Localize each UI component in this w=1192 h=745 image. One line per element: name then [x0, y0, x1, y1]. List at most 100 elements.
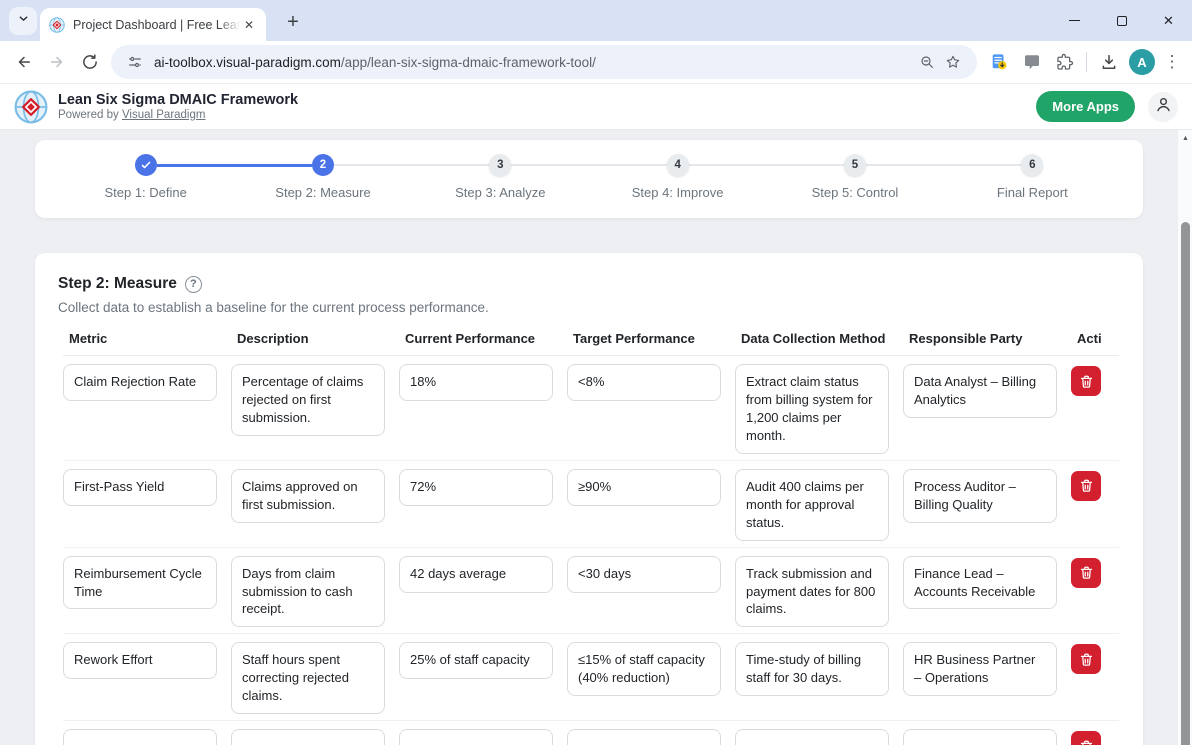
- browser-menu-icon[interactable]: ⋮: [1159, 52, 1185, 72]
- minimize-button[interactable]: [1051, 0, 1098, 41]
- delete-row-button[interactable]: [1071, 558, 1101, 588]
- stepper-step-4[interactable]: 4Step 4: Improve: [589, 154, 766, 200]
- url-domain: ai-toolbox.visual-paradigm.com: [154, 55, 341, 70]
- forward-button[interactable]: [40, 46, 73, 79]
- tab-close-icon[interactable]: ✕: [241, 16, 257, 34]
- current-performance-input[interactable]: 25% of staff capacity: [399, 642, 553, 679]
- description-input[interactable]: [231, 729, 385, 745]
- responsible-party-input[interactable]: [903, 729, 1057, 745]
- step-connector: [689, 164, 767, 166]
- profile-avatar[interactable]: A: [1129, 49, 1155, 75]
- site-settings-icon[interactable]: [122, 49, 148, 75]
- scrollbar-up-arrow-icon[interactable]: ▲: [1178, 135, 1192, 142]
- delete-row-button[interactable]: [1071, 731, 1101, 745]
- column-header: Data Collection Method: [735, 331, 889, 346]
- target-performance-input[interactable]: ≤15% of staff capacity (40% reduction): [567, 642, 721, 696]
- reading-list-extension-icon[interactable]: [982, 46, 1015, 79]
- browser-window: Project Dashboard | Free Lean S ✕ + ✕ ai…: [0, 0, 1192, 84]
- metric-input[interactable]: Claim Rejection Rate: [63, 364, 217, 401]
- url-text: ai-toolbox.visual-paradigm.com/app/lean-…: [154, 55, 596, 70]
- powered-by: Powered by Visual Paradigm: [58, 109, 298, 121]
- target-performance-input[interactable]: [567, 729, 721, 745]
- help-icon[interactable]: ?: [185, 276, 202, 293]
- trash-icon: [1079, 739, 1094, 745]
- section-title: Step 2: Measure: [58, 275, 177, 293]
- metric-input[interactable]: Reimbursement Cycle Time: [63, 556, 217, 610]
- column-header: Description: [231, 331, 385, 346]
- step-track: 5: [766, 154, 943, 176]
- data-collection-method-input[interactable]: Track submission and payment dates for 8…: [735, 556, 889, 628]
- step-connector: [334, 164, 412, 166]
- metric-input[interactable]: [63, 729, 217, 745]
- metric-row-3: Reimbursement Cycle Time Days from claim …: [63, 548, 1119, 635]
- close-button[interactable]: ✕: [1145, 0, 1192, 41]
- browser-tab[interactable]: Project Dashboard | Free Lean S ✕: [40, 8, 266, 41]
- delete-row-button[interactable]: [1071, 471, 1101, 501]
- tab-search-button[interactable]: [9, 7, 37, 35]
- description-input[interactable]: Staff hours spent correcting rejected cl…: [231, 642, 385, 714]
- step-check-icon: [135, 154, 157, 176]
- extensions-puzzle-icon[interactable]: [1048, 46, 1081, 79]
- maximize-icon: [1117, 16, 1127, 26]
- metric-row-2: First-Pass Yield Claims approved on first…: [63, 461, 1119, 548]
- more-apps-button[interactable]: More Apps: [1036, 91, 1135, 122]
- description-input[interactable]: Percentage of claims rejected on first s…: [231, 364, 385, 436]
- chevron-down-icon: [17, 12, 30, 30]
- responsible-party-input[interactable]: HR Business Partner – Operations: [903, 642, 1057, 696]
- current-performance-input[interactable]: 72%: [399, 469, 553, 506]
- description-input[interactable]: Claims approved on first submission.: [231, 469, 385, 523]
- section-subtitle: Collect data to establish a baseline for…: [58, 300, 1119, 315]
- stepper-step-6[interactable]: 6Final Report: [944, 154, 1121, 200]
- metric-input[interactable]: Rework Effort: [63, 642, 217, 679]
- back-button[interactable]: [7, 46, 40, 79]
- trash-icon: [1079, 374, 1094, 389]
- zoom-out-icon[interactable]: [914, 49, 940, 75]
- page-scrollbar[interactable]: ▲: [1177, 130, 1192, 745]
- section-head: Step 2: Measure ?: [58, 275, 1119, 293]
- tab-strip: Project Dashboard | Free Lean S ✕ + ✕: [0, 0, 1192, 41]
- stepper-step-5[interactable]: 5Step 5: Control: [766, 154, 943, 200]
- target-performance-input[interactable]: ≥90%: [567, 469, 721, 506]
- step-connector: [511, 164, 589, 166]
- new-tab-button[interactable]: +: [280, 9, 306, 35]
- column-header: Action: [1071, 331, 1101, 346]
- responsible-party-input[interactable]: Data Analyst – Billing Analytics: [903, 364, 1057, 418]
- stepper-step-3[interactable]: 3Step 3: Analyze: [412, 154, 589, 200]
- description-input[interactable]: Days from claim submission to cash recei…: [231, 556, 385, 628]
- scrollbar-thumb[interactable]: [1181, 222, 1190, 745]
- address-bar[interactable]: ai-toolbox.visual-paradigm.com/app/lean-…: [111, 45, 977, 79]
- responsible-party-input[interactable]: Process Auditor – Billing Quality: [903, 469, 1057, 523]
- action-cell: [1071, 556, 1101, 588]
- responsible-party-input[interactable]: Finance Lead – Accounts Receivable: [903, 556, 1057, 610]
- metrics-table: MetricDescriptionCurrent PerformanceTarg…: [63, 331, 1119, 745]
- current-performance-input[interactable]: [399, 729, 553, 745]
- delete-row-button[interactable]: [1071, 644, 1101, 674]
- stepper-step-1[interactable]: Step 1: Define: [57, 154, 234, 200]
- powered-by-text: Powered by: [58, 109, 119, 121]
- data-collection-method-input[interactable]: Time-study of billing staff for 30 days.: [735, 642, 889, 696]
- data-collection-method-input[interactable]: Extract claim status from billing system…: [735, 364, 889, 454]
- target-performance-input[interactable]: <30 days: [567, 556, 721, 593]
- data-collection-method-input[interactable]: Audit 400 claims per month for approval …: [735, 469, 889, 541]
- action-cell: [1071, 364, 1101, 396]
- downloads-icon[interactable]: [1092, 46, 1125, 79]
- metric-row-5: [63, 721, 1119, 745]
- stepper-step-2[interactable]: 2Step 2: Measure: [234, 154, 411, 200]
- step-label: Step 4: Improve: [589, 185, 766, 200]
- visual-paradigm-link[interactable]: Visual Paradigm: [122, 109, 206, 121]
- data-collection-method-input[interactable]: [735, 729, 889, 745]
- url-path: /app/lean-six-sigma-dmaic-framework-tool…: [341, 55, 596, 70]
- target-performance-input[interactable]: <8%: [567, 364, 721, 401]
- reload-button[interactable]: [73, 46, 106, 79]
- maximize-button[interactable]: [1098, 0, 1145, 41]
- user-profile-button[interactable]: [1148, 92, 1178, 122]
- step-label: Step 1: Define: [57, 185, 234, 200]
- column-header: Responsible Party: [903, 331, 1057, 346]
- current-performance-input[interactable]: 18%: [399, 364, 553, 401]
- comment-extension-icon[interactable]: [1015, 46, 1048, 79]
- toolbar-divider: [1086, 52, 1087, 72]
- metric-input[interactable]: First-Pass Yield: [63, 469, 217, 506]
- bookmark-star-icon[interactable]: [940, 49, 966, 75]
- current-performance-input[interactable]: 42 days average: [399, 556, 553, 593]
- delete-row-button[interactable]: [1071, 366, 1101, 396]
